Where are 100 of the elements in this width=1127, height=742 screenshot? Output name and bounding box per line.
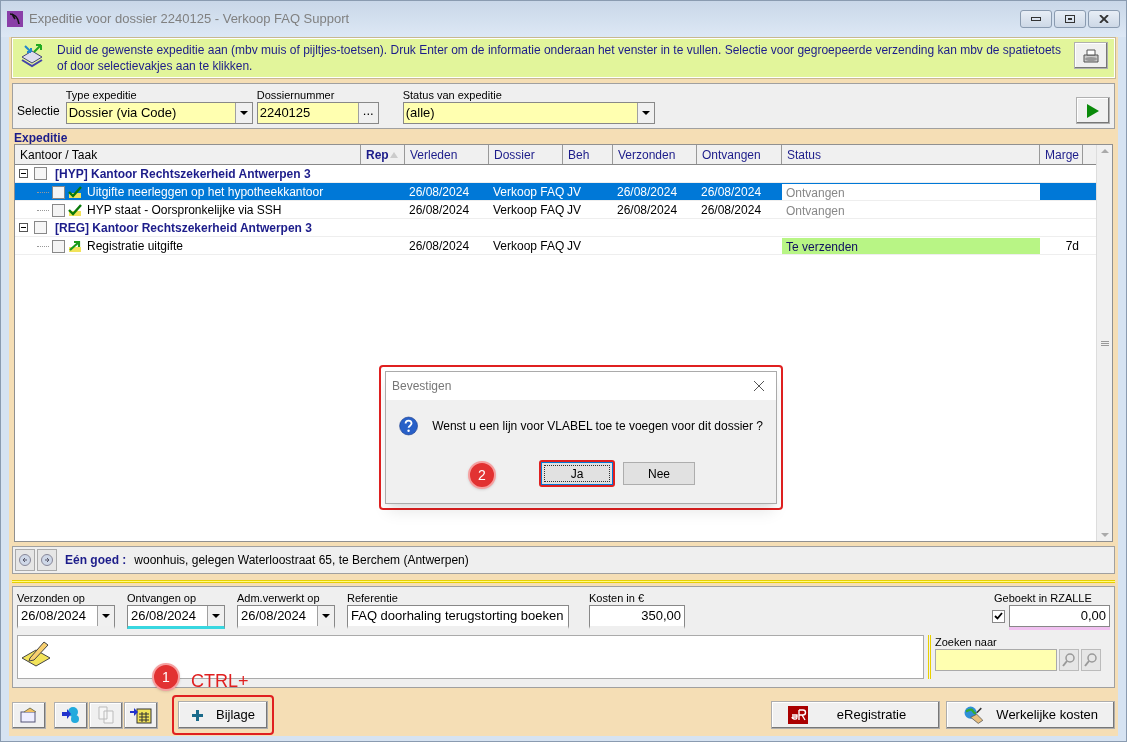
initials-cell-text: JV (566, 238, 582, 255)
task-label: HYP staat - Oorspronkelijke via SSH (87, 202, 282, 219)
toolbar-button[interactable]: Werkelijke kosten (946, 701, 1115, 729)
dropdown-button[interactable] (97, 606, 114, 626)
column-header[interactable]: Dossier (489, 145, 563, 164)
column-header[interactable]: Beh (563, 145, 613, 164)
check-icon (994, 612, 1003, 620)
task-row[interactable]: Uitgifte neerleggen op het hypotheekkantoor 26/08/2024 Verkoop FAQ JV 26/08/2024 26/08/2024 Ontvangen (15, 183, 1096, 201)
toolbar-button[interactable]: Bijlage (178, 701, 268, 729)
dropdown-button[interactable] (234, 103, 252, 123)
checkbox[interactable] (52, 203, 65, 217)
task-label: Uitgifte neerleggen op het hypotheekkantoor (87, 184, 324, 201)
input-field[interactable]: FAQ doorhaling terugstorting boeken (347, 605, 569, 629)
dropdown-button[interactable] (317, 606, 334, 626)
scrollbar[interactable] (1096, 145, 1112, 541)
dropdown[interactable]: Dossier (via Code) (65, 102, 253, 124)
checkbox[interactable] (52, 185, 65, 199)
search-icon (1062, 653, 1076, 667)
column-header[interactable]: Rep (361, 145, 405, 164)
close-icon (1099, 15, 1109, 23)
date-cell-text: 26/08/2024 (616, 202, 679, 219)
gears-arrow-icon (61, 706, 81, 724)
caret-icon (322, 614, 330, 618)
plus-icon (191, 708, 204, 722)
caret-icon (641, 111, 650, 115)
maximize-icon (1065, 15, 1075, 23)
status-cell: Ontvangen (782, 184, 1040, 200)
import-button[interactable] (54, 701, 88, 729)
date-field[interactable]: 26/08/2024 (17, 605, 115, 629)
field-label: Kosten in € (589, 591, 646, 605)
dropdown[interactable]: (alle) (402, 102, 655, 124)
date-field[interactable]: 26/08/2024 (237, 605, 335, 629)
sort-icon (389, 151, 398, 158)
column-header[interactable]: Status (782, 145, 1040, 164)
run-button[interactable] (1076, 97, 1110, 124)
checkbox[interactable] (992, 609, 1005, 623)
input-field[interactable]: 350,00 (589, 605, 685, 629)
up-arrow-icon (1100, 149, 1109, 153)
maximize-button[interactable] (1054, 10, 1086, 28)
column-header[interactable]: Verzonden (613, 145, 697, 164)
toolbar-button[interactable]: eRegistratie (771, 701, 940, 729)
initials-cell-text: JV (566, 202, 582, 219)
checkbox[interactable] (52, 239, 65, 253)
dialog-button[interactable]: Ja (541, 462, 613, 485)
dialog-title: Bevestigen (392, 378, 452, 395)
date-field[interactable]: 26/08/2024 (127, 605, 225, 629)
printer-icon (1081, 46, 1101, 65)
field-label: Status van expeditie (402, 88, 503, 102)
logo-icon (788, 706, 808, 724)
nav-button[interactable] (37, 549, 57, 571)
close-button[interactable] (1088, 10, 1120, 28)
field-label: Referentie (347, 591, 399, 605)
column-header[interactable]: Verleden (405, 145, 489, 164)
caret-icon (239, 111, 248, 115)
field-label: Geboekt in RZALLE (993, 591, 1093, 605)
dialog-message: Wenst u een lijn voor VLABEL toe te voegen voor dit dossier ? (432, 418, 763, 435)
column-header[interactable]: Kantoor / Taak (15, 145, 361, 164)
close-icon[interactable] (754, 381, 764, 391)
dropdown-button[interactable] (636, 103, 654, 123)
dialog-button[interactable]: Nee (623, 462, 695, 485)
initials-cell-text: JV (566, 184, 582, 201)
checkbox[interactable] (34, 167, 47, 180)
date-cell-text: 26/08/2024 (616, 184, 679, 201)
nav-button[interactable] (15, 549, 35, 571)
task-row[interactable]: Registratie uitgifte 26/08/2024 Verkoop FAQ JV Te verzenden 7d (15, 237, 1096, 255)
collapse-toggle[interactable] (19, 169, 28, 178)
input-field[interactable]: 2240125 ... (256, 102, 379, 124)
dropdown-button[interactable] (207, 606, 224, 626)
date-cell-text: 26/08/2024 (408, 238, 471, 255)
copy-icon (98, 706, 114, 724)
copy-button[interactable] (89, 701, 123, 729)
app-logo-icon (7, 11, 23, 27)
checkbox[interactable] (34, 221, 47, 234)
collapse-toggle[interactable] (19, 223, 28, 232)
checkmark-icon (68, 203, 82, 217)
minus-icon (21, 225, 26, 230)
column-header[interactable]: Marge (1040, 145, 1083, 164)
print-button[interactable] (1074, 42, 1108, 69)
properties-button[interactable] (12, 701, 46, 729)
arrow-icon (68, 239, 82, 253)
date-cell-text: 26/08/2024 (700, 184, 763, 201)
office-label: [HYP] Kantoor Rechtszekerheid Antwerpen 3 (55, 165, 311, 183)
documents-icon (19, 43, 45, 69)
grip-icon (1100, 340, 1109, 346)
column-header[interactable]: Ontvangen (697, 145, 782, 164)
search-field[interactable] (935, 649, 1057, 671)
checkmark-icon (68, 185, 82, 199)
calculator-button[interactable] (124, 701, 158, 729)
field-label: Verzonden op (17, 591, 86, 605)
task-row[interactable]: HYP staat - Oorspronkelijke via SSH 26/08/2024 Verkoop FAQ JV 26/08/2024 26/08/2024 Ontvangen (15, 201, 1096, 219)
left-arrow-icon (19, 554, 31, 566)
field-label: Adm.verwerkt op (237, 591, 321, 605)
dossier-cell-text: Verkoop FAQ (492, 238, 563, 255)
shortcut-note: CTRL+ (191, 670, 249, 693)
dossier-cell-text: Verkoop FAQ (492, 184, 563, 201)
lookup-button[interactable]: ... (357, 103, 378, 123)
minimize-button[interactable] (1020, 10, 1052, 28)
dossier-cell-text: Verkoop FAQ (492, 202, 563, 219)
amount-field[interactable]: 0,00 (1009, 605, 1110, 627)
section-title: Expeditie (13, 132, 69, 144)
